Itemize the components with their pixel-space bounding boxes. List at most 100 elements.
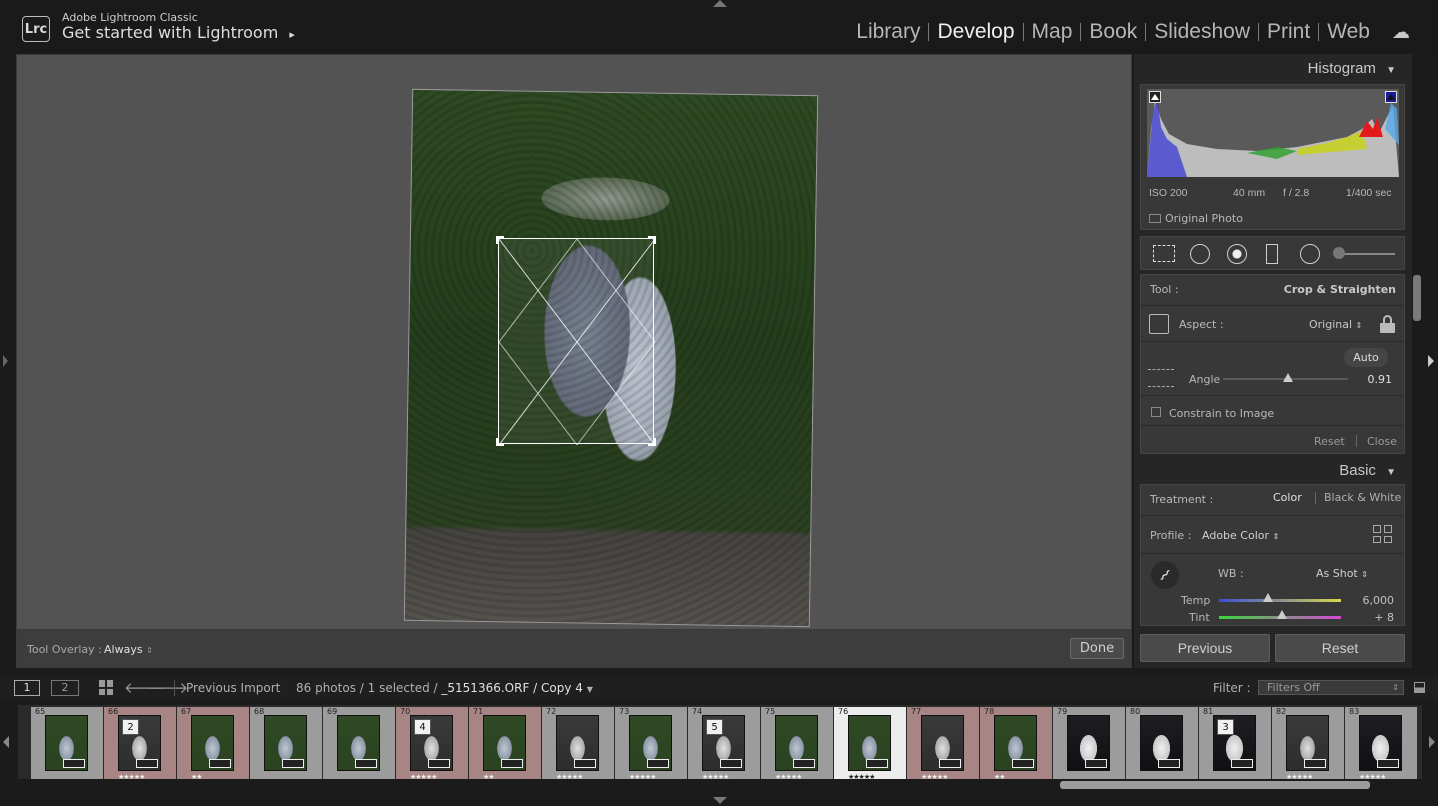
angle-value[interactable]: 0.91 bbox=[1368, 373, 1393, 386]
filmstrip-thumbnail[interactable]: 66 2 ★★★★★ bbox=[104, 707, 176, 779]
crop-overlay[interactable] bbox=[496, 236, 656, 446]
histogram-graph[interactable] bbox=[1147, 89, 1399, 177]
shadow-clipping-icon[interactable] bbox=[1149, 91, 1161, 103]
straighten-tool-icon[interactable] bbox=[1148, 369, 1174, 387]
basic-header[interactable]: Basic ▼ bbox=[1339, 462, 1396, 479]
treatment-bw-button[interactable]: Black & White bbox=[1324, 491, 1401, 504]
filmstrip-right-arrow-icon[interactable] bbox=[1429, 736, 1435, 748]
filmstrip-thumbnail[interactable]: 80 bbox=[1126, 707, 1198, 779]
histogram-header[interactable]: Histogram ▼ bbox=[1308, 60, 1396, 77]
temp-slider-thumb[interactable] bbox=[1262, 593, 1273, 602]
filmstrip-thumbnail[interactable]: 76 ★★★★★ bbox=[834, 707, 906, 779]
crop-frame-icon[interactable] bbox=[1149, 314, 1169, 334]
tint-slider-thumb[interactable] bbox=[1277, 610, 1288, 619]
filmstrip-thumbnail[interactable]: 82 ★★★★★ bbox=[1272, 707, 1344, 779]
identity-plate-title[interactable]: Get started with Lightroom ▸ bbox=[62, 23, 295, 42]
stack-count-badge[interactable]: 5 bbox=[706, 719, 723, 735]
crop-reset-button[interactable]: Reset bbox=[1314, 435, 1345, 448]
tint-value[interactable]: + 8 bbox=[1374, 611, 1394, 624]
forward-arrow-icon[interactable]: 🡒 bbox=[148, 678, 188, 697]
module-print[interactable]: Print bbox=[1259, 20, 1318, 44]
profile-browser-icon[interactable] bbox=[1373, 525, 1393, 543]
red-eye-icon[interactable] bbox=[1227, 244, 1247, 264]
filmstrip-thumbnail[interactable]: 65 bbox=[31, 707, 103, 779]
crop-close-button[interactable]: Close bbox=[1367, 435, 1397, 448]
original-photo-toggle[interactable]: Original Photo bbox=[1149, 212, 1243, 225]
source-label[interactable]: Previous Import bbox=[186, 681, 280, 695]
aspect-label: Aspect : bbox=[1179, 318, 1224, 331]
top-panel-toggle-icon[interactable] bbox=[713, 0, 727, 7]
filmstrip-thumbnail[interactable]: 78 ★★ bbox=[980, 707, 1052, 779]
bottom-panel-toggle-icon[interactable] bbox=[713, 797, 727, 804]
filmstrip-thumbnail[interactable]: 68 bbox=[250, 707, 322, 779]
photo-count[interactable]: 86 photos / 1 selected / _5151366.ORF / … bbox=[296, 681, 593, 695]
thumbnail-image bbox=[775, 715, 818, 771]
module-library[interactable]: Library bbox=[848, 20, 928, 44]
crop-tool-icon[interactable] bbox=[1153, 245, 1175, 262]
stack-count-badge[interactable]: 3 bbox=[1217, 719, 1234, 735]
stack-count-badge[interactable]: 2 bbox=[122, 719, 139, 735]
filter-value: Filters Off bbox=[1267, 681, 1320, 694]
thumbnail-index: 71 bbox=[473, 707, 484, 716]
graduated-filter-icon[interactable] bbox=[1266, 244, 1278, 264]
profile-select[interactable]: Adobe Color ⇕ bbox=[1202, 529, 1279, 542]
auto-straighten-button[interactable]: Auto bbox=[1344, 348, 1388, 367]
treatment-color-button[interactable]: Color bbox=[1273, 491, 1302, 504]
adjustment-brush-icon[interactable] bbox=[1333, 247, 1345, 259]
secondary-window-button[interactable]: 2 bbox=[51, 680, 79, 696]
stack-count-badge[interactable]: 4 bbox=[414, 719, 431, 735]
filmstrip-thumbnail[interactable]: 75 ★★★★★ bbox=[761, 707, 833, 779]
spot-removal-icon[interactable] bbox=[1190, 244, 1210, 264]
module-web[interactable]: Web bbox=[1319, 20, 1378, 44]
filmstrip-thumbnail[interactable]: 77 ★★★★★ bbox=[907, 707, 979, 779]
filmstrip-thumbnail[interactable]: 74 5 ★★★★★ bbox=[688, 707, 760, 779]
crop-handle-top-right[interactable] bbox=[648, 236, 656, 244]
aspect-select[interactable]: Original ⇕ bbox=[1309, 318, 1362, 331]
adjustment-brush-slider[interactable] bbox=[1337, 253, 1395, 255]
filmstrip-left-arrow-icon[interactable] bbox=[3, 736, 9, 748]
filmstrip-thumbnail[interactable]: 71 ★★ bbox=[469, 707, 541, 779]
lock-icon[interactable] bbox=[1380, 315, 1395, 333]
angle-slider-thumb[interactable] bbox=[1283, 373, 1293, 382]
develop-badge-icon bbox=[428, 759, 450, 768]
photo-count-text: 86 photos / 1 selected / bbox=[296, 681, 442, 695]
crop-handle-top-left[interactable] bbox=[496, 236, 504, 244]
right-panel-toggle-icon[interactable] bbox=[1428, 355, 1434, 367]
module-develop[interactable]: Develop bbox=[929, 20, 1022, 44]
filmstrip-thumbnail[interactable]: 73 ★★★★★ bbox=[615, 707, 687, 779]
filmstrip-scrollbar[interactable] bbox=[1060, 781, 1370, 789]
reset-button[interactable]: Reset bbox=[1275, 634, 1405, 662]
crop-handle-bottom-left[interactable] bbox=[496, 438, 504, 446]
filmstrip-thumbnail[interactable]: 72 ★★★★★ bbox=[542, 707, 614, 779]
constrain-checkbox[interactable] bbox=[1151, 407, 1161, 417]
temp-slider-track[interactable] bbox=[1219, 599, 1341, 602]
thumbnail-image bbox=[45, 715, 88, 771]
done-button[interactable]: Done bbox=[1070, 638, 1124, 659]
cloud-sync-icon[interactable]: ☁ bbox=[1392, 22, 1410, 43]
grid-view-icon[interactable] bbox=[99, 680, 115, 695]
radial-filter-icon[interactable] bbox=[1300, 244, 1320, 264]
wb-select[interactable]: As Shot ⇕ bbox=[1316, 567, 1368, 580]
filmstrip-thumbnail[interactable]: 70 4 ★★★★★ bbox=[396, 707, 468, 779]
filter-lock-icon[interactable] bbox=[1414, 682, 1425, 693]
filmstrip-thumbnail[interactable]: 79 bbox=[1053, 707, 1125, 779]
module-map[interactable]: Map bbox=[1024, 20, 1081, 44]
filmstrip-thumbnail[interactable]: 67 ★★ bbox=[177, 707, 249, 779]
shutter-speed-value: 1/400 sec bbox=[1346, 187, 1392, 199]
filmstrip-thumbnail[interactable]: 69 bbox=[323, 707, 395, 779]
previous-button[interactable]: Previous bbox=[1140, 634, 1270, 662]
filmstrip-thumbnail[interactable]: 83 ★★★★★ bbox=[1345, 707, 1417, 779]
module-book[interactable]: Book bbox=[1081, 20, 1145, 44]
left-panel-toggle-icon[interactable] bbox=[3, 355, 8, 367]
panel-scrollbar[interactable] bbox=[1413, 275, 1421, 321]
highlight-clipping-icon[interactable] bbox=[1385, 91, 1397, 103]
temp-value[interactable]: 6,000 bbox=[1363, 594, 1395, 607]
develop-badge-icon bbox=[1158, 759, 1180, 768]
tool-overlay-select[interactable]: Always ⇕ bbox=[104, 643, 153, 656]
module-slideshow[interactable]: Slideshow bbox=[1146, 20, 1258, 44]
filter-select[interactable]: Filters Off ⇕ bbox=[1258, 680, 1404, 695]
filmstrip-thumbnail[interactable]: 81 3 bbox=[1199, 707, 1271, 779]
primary-window-button[interactable]: 1 bbox=[14, 680, 40, 696]
eyedropper-icon[interactable]: ⌇ bbox=[1145, 555, 1185, 595]
crop-handle-bottom-right[interactable] bbox=[648, 438, 656, 446]
